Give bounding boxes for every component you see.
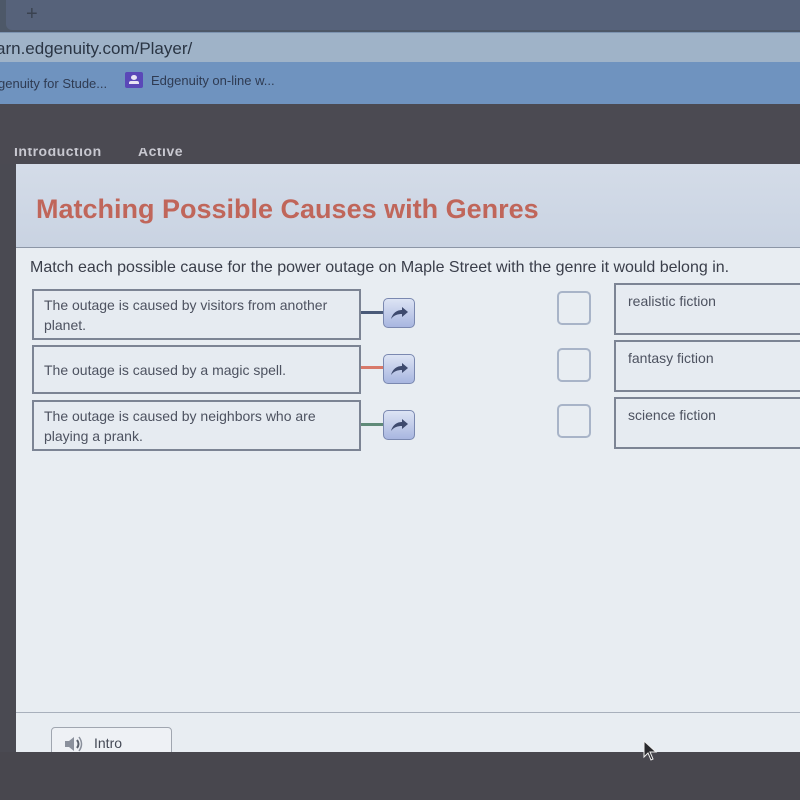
match-arrow-button[interactable]	[383, 410, 415, 440]
classroom-icon	[125, 72, 143, 88]
genre-label: realistic fiction	[628, 293, 716, 309]
connector-line	[361, 423, 383, 426]
app-header: Introduction Active	[0, 104, 800, 164]
connector-line	[361, 311, 383, 314]
tab-introduction[interactable]: Introduction	[14, 148, 102, 156]
title-bar: Matching Possible Causes with Genres	[16, 164, 800, 248]
mouse-cursor-icon	[643, 740, 658, 761]
curved-arrow-icon	[391, 419, 408, 431]
page-title: Matching Possible Causes with Genres	[36, 194, 539, 224]
connector-line	[361, 366, 383, 369]
bookmark-edgenuity-students[interactable]: genuity for Stude...	[0, 76, 107, 91]
match-arrow-button[interactable]	[383, 354, 415, 384]
drop-target[interactable]	[557, 348, 591, 382]
instructions: Match each possible cause for the power …	[30, 259, 730, 276]
address-bar[interactable]: arn.edgenuity.com/Player/	[0, 32, 800, 62]
genre-item[interactable]: science fiction	[614, 397, 800, 449]
genre-label: science fiction	[628, 407, 716, 423]
cause-text: The outage is caused by visitors from an…	[44, 296, 328, 333]
bookmark-label: Edgenuity on-line w...	[151, 72, 275, 88]
activity-panel: Matching Possible Causes with Genres Mat…	[16, 164, 800, 757]
screen: + arn.edgenuity.com/Player/ genuity for …	[0, 0, 800, 800]
browser-tab-strip: +	[0, 0, 800, 32]
genre-item[interactable]: realistic fiction	[614, 283, 800, 335]
intro-label: Intro	[94, 735, 123, 751]
bookmark-edgenuity-online[interactable]: Edgenuity on-line w...	[125, 72, 275, 88]
tab-active[interactable]: Active	[138, 148, 183, 156]
genre-label: fantasy fiction	[628, 350, 714, 366]
tab-strip-background: +	[6, 0, 800, 30]
curved-arrow-icon	[391, 363, 408, 375]
bookmarks-bar: genuity for Stude... Edgenuity on-line w…	[0, 62, 800, 104]
speaker-icon	[65, 736, 83, 752]
screen-bezel	[0, 752, 800, 800]
match-arrow-button[interactable]	[383, 298, 415, 328]
cause-item[interactable]: The outage is caused by neighbors who ar…	[32, 400, 361, 451]
url-text[interactable]: arn.edgenuity.com/Player/	[0, 39, 192, 59]
cause-item[interactable]: The outage is caused by visitors from an…	[32, 289, 361, 340]
footer-divider	[16, 712, 800, 713]
drop-target[interactable]	[557, 404, 591, 438]
curved-arrow-icon	[391, 307, 408, 319]
cause-item[interactable]: The outage is caused by a magic spell.	[32, 345, 361, 394]
drop-target[interactable]	[557, 291, 591, 325]
cause-text: The outage is caused by a magic spell.	[44, 361, 287, 378]
new-tab-button[interactable]: +	[26, 2, 38, 26]
genre-item[interactable]: fantasy fiction	[614, 340, 800, 392]
cause-text: The outage is caused by neighbors who ar…	[44, 407, 316, 444]
